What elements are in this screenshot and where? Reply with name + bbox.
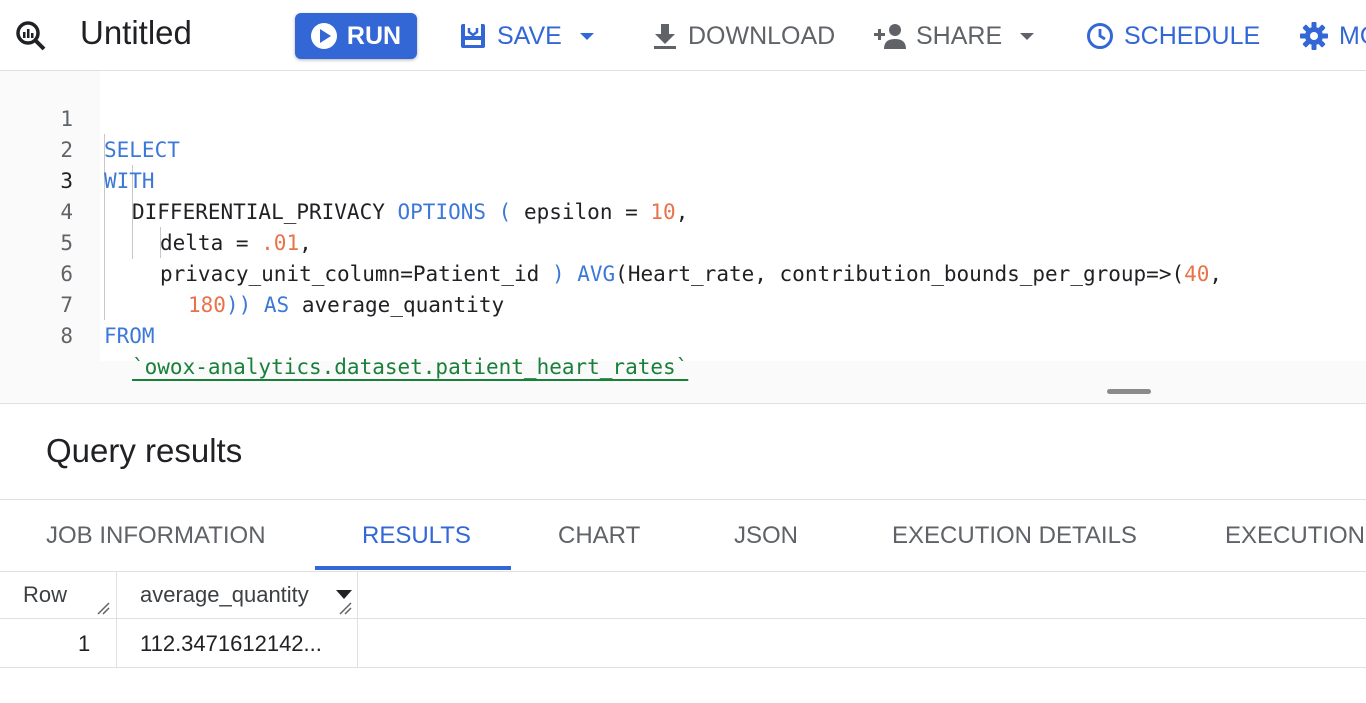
run-label: RUN — [346, 21, 402, 50]
code-line: 5 privacy_unit_column=Patient_id ) AVG(H… — [0, 197, 1366, 286]
code-line: 8 `owox-analytics.dataset.patient_heart_… — [0, 290, 1366, 379]
save-icon — [461, 24, 485, 48]
more-button[interactable]: MO — [1299, 20, 1366, 52]
tab-execution-graph[interactable]: EXECUTION — [1225, 522, 1365, 550]
results-table: Row average_quantity 1 112.3471612142... — [0, 571, 1366, 669]
code-text: `owox-analytics.dataset.patient_heart_ra… — [132, 352, 688, 383]
code-line: 2 WITH — [0, 104, 1366, 193]
active-tab-indicator — [315, 566, 511, 570]
gear-icon — [1300, 22, 1328, 50]
code-text: FROM — [104, 321, 155, 352]
table-row: 1 112.3471612142... — [0, 619, 1366, 668]
code-line: 4 delta = .01, — [0, 166, 1366, 255]
column-divider — [357, 619, 358, 667]
editor-resize-handle[interactable] — [1107, 389, 1151, 394]
download-label: DOWNLOAD — [688, 21, 836, 50]
schedule-button[interactable]: SCHEDULE — [1086, 20, 1260, 52]
play-icon — [310, 23, 337, 49]
code-line: 3 DIFFERENTIAL_PRIVACY OPTIONS ( epsilon… — [0, 135, 1366, 224]
schedule-label: SCHEDULE — [1124, 21, 1261, 50]
column-divider — [116, 619, 117, 667]
row-number: 1 — [78, 631, 91, 656]
sql-editor[interactable]: 1 SELECT 2 WITH 3 DIFFERENTIAL_PRIVACY O… — [0, 71, 1366, 404]
run-button[interactable]: RUN — [295, 13, 417, 59]
more-label: MO — [1339, 21, 1366, 50]
tab-json[interactable]: JSON — [734, 522, 798, 550]
code-line: 7 FROM — [0, 259, 1366, 348]
download-icon — [654, 24, 676, 49]
save-label: SAVE — [497, 21, 562, 50]
save-button[interactable]: SAVE — [459, 20, 594, 52]
clock-icon — [1087, 23, 1113, 49]
code-line: 6 180)) AS average_quantity — [0, 228, 1366, 317]
person-add-icon — [874, 24, 906, 49]
column-divider — [116, 571, 117, 618]
query-icon — [15, 20, 47, 57]
cell-average-quantity[interactable]: 112.3471612142... — [140, 631, 322, 657]
column-header-row: Row — [23, 582, 68, 607]
share-label: SHARE — [916, 21, 1003, 50]
code-line: 1 SELECT — [0, 73, 1366, 162]
sql-keyword: FROM — [104, 324, 155, 348]
column-header-average-quantity[interactable]: average_quantity — [140, 582, 309, 608]
query-title[interactable]: Untitled — [80, 14, 192, 52]
chevron-down-icon[interactable] — [1020, 32, 1035, 40]
download-button[interactable]: DOWNLOAD — [652, 20, 835, 52]
tab-chart[interactable]: CHART — [558, 522, 640, 550]
column-resize-icon[interactable] — [338, 601, 352, 615]
tab-results[interactable]: RESULTS — [362, 522, 471, 550]
results-tabs: JOB INFORMATION RESULTS CHART JSON EXECU… — [0, 499, 1366, 572]
sql-table-reference[interactable]: `owox-analytics.dataset.patient_heart_ra… — [132, 355, 688, 379]
query-results-title: Query results — [46, 432, 243, 469]
tab-job-information[interactable]: JOB INFORMATION — [46, 522, 266, 550]
line-number: 8 — [60, 324, 73, 348]
column-divider — [357, 571, 358, 618]
column-resize-icon[interactable] — [96, 601, 110, 615]
table-header: Row average_quantity — [0, 571, 1366, 619]
query-toolbar: Untitled RUN SAVE DOWNLOAD SHARE SCHEDUL… — [0, 0, 1366, 71]
sort-down-icon[interactable] — [336, 590, 352, 599]
share-button[interactable]: SHARE — [874, 20, 1035, 52]
tab-execution-details[interactable]: EXECUTION DETAILS — [892, 522, 1137, 550]
chevron-down-icon[interactable] — [579, 32, 594, 40]
